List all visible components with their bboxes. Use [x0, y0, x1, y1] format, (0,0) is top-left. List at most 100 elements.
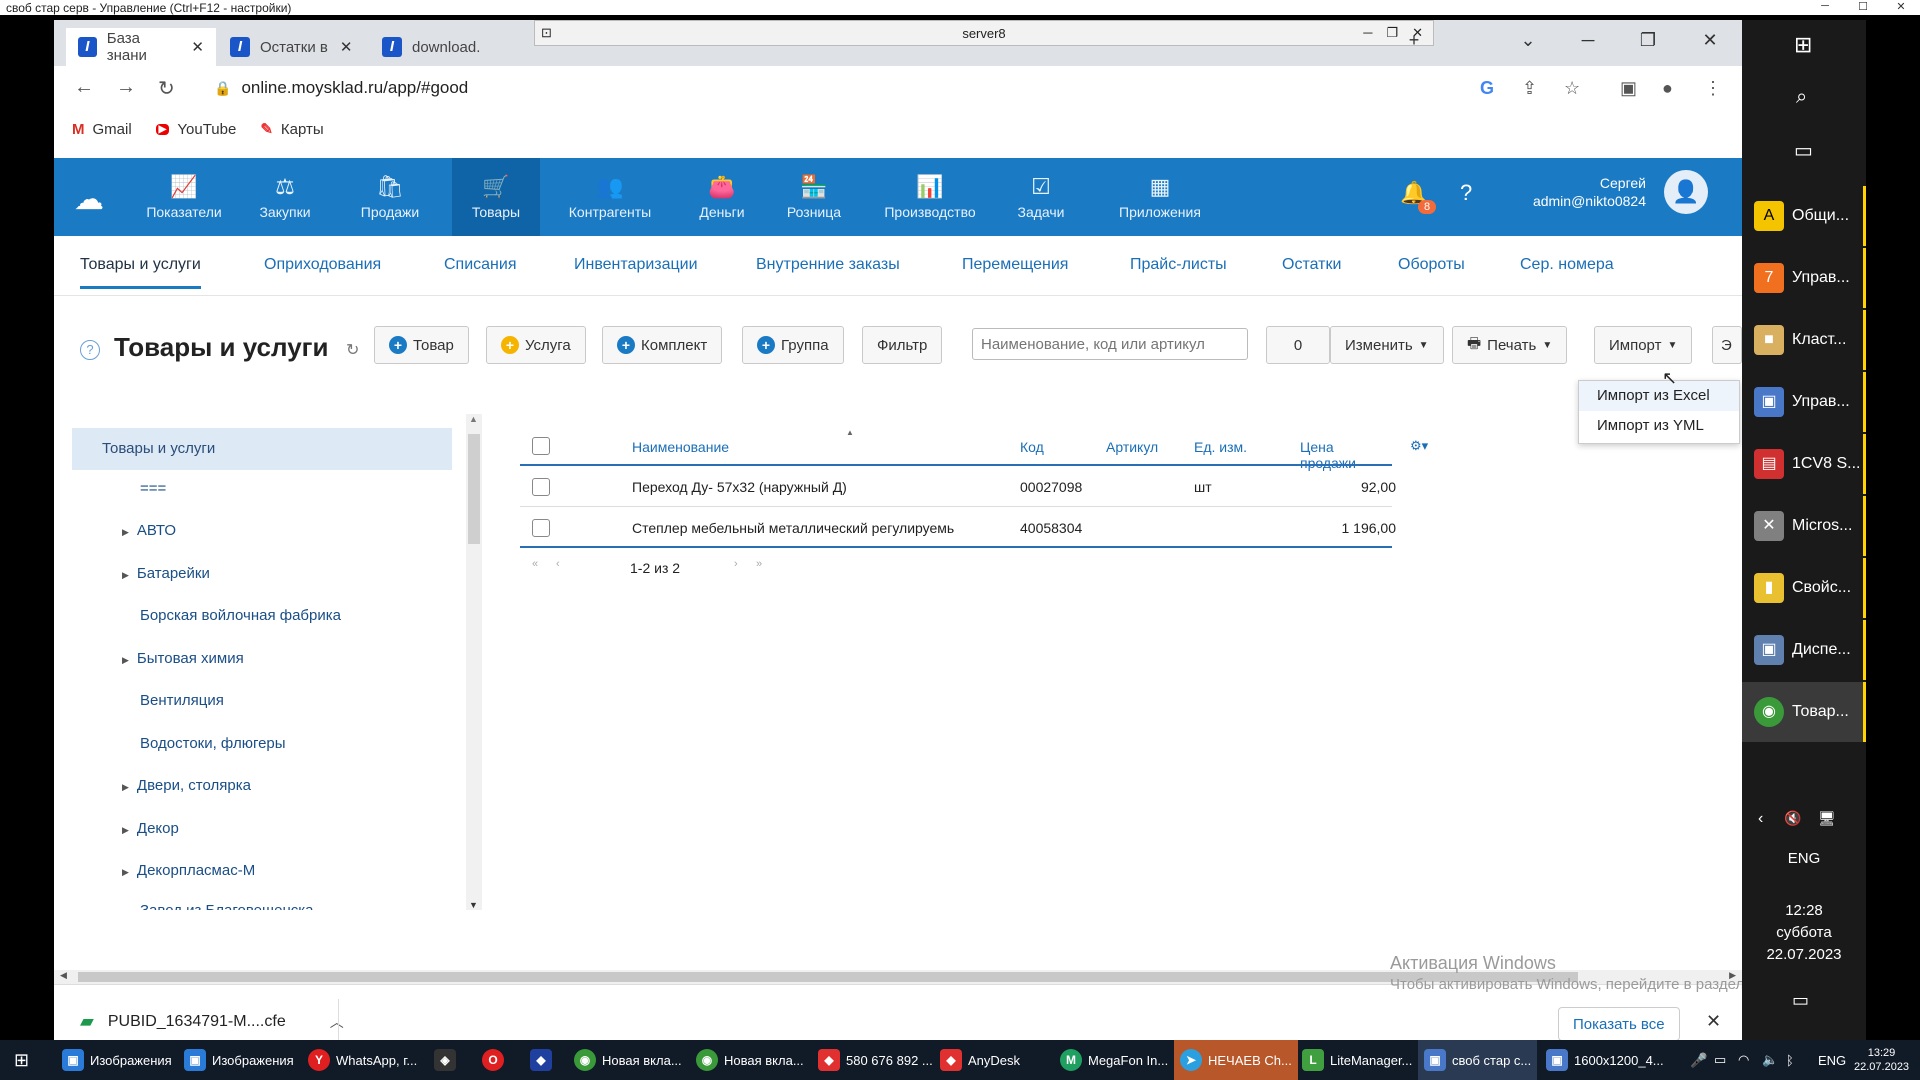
search-icon[interactable]: ⌕ [1796, 86, 1807, 109]
pin-icon[interactable]: ⊡ [541, 25, 552, 41]
reload-icon[interactable]: ↻ [158, 76, 175, 101]
taskbar-item[interactable]: ◆ [524, 1040, 558, 1080]
nav-purchases[interactable]: ⚖ Закупки [240, 158, 330, 236]
caret-right-icon[interactable]: ▶ [122, 655, 129, 665]
nav-production[interactable]: 📊 Производство [874, 158, 986, 236]
forward-icon[interactable]: → [116, 76, 136, 99]
task-view-icon[interactable]: ▭ [1794, 138, 1813, 163]
profile-icon[interactable]: ● [1662, 78, 1673, 99]
subnav-receipts[interactable]: Оприходования [264, 256, 381, 274]
back-icon[interactable]: ← [74, 76, 94, 99]
tree-item[interactable]: Водостоки, флюгеры [140, 735, 286, 752]
taskbar-item[interactable]: O [476, 1040, 510, 1080]
tree-item[interactable]: ▶ Декорпласмас-М [122, 862, 255, 879]
taskbar-item-active[interactable]: ▣ своб стар с... [1418, 1040, 1538, 1080]
taskbar-item[interactable]: ◆ AnyDesk [934, 1040, 1026, 1080]
caret-right-icon[interactable]: ▶ [122, 782, 129, 792]
remote-task-item[interactable]: 7 Управ... [1742, 248, 1866, 308]
bookmark-star-icon[interactable]: ☆ [1564, 78, 1580, 99]
remote-task-item[interactable]: ▤ 1CV8 S... [1742, 434, 1866, 494]
taskbar-item[interactable]: M MegaFon In... [1054, 1040, 1174, 1080]
close-button[interactable]: ✕ [1882, 0, 1920, 13]
close-download-bar-icon[interactable]: ✕ [1706, 1011, 1721, 1032]
volume-muted-icon[interactable]: 🔇 [1784, 810, 1801, 827]
bluetooth-icon[interactable]: ᛒ [1780, 1040, 1800, 1080]
nav-apps[interactable]: ▦ Приложения [1112, 158, 1208, 236]
nav-goods[interactable]: 🛒 Товары [452, 158, 540, 236]
tree-item[interactable]: ▶ Двери, столярка [122, 777, 251, 794]
remote-task-item[interactable]: ■ Класт... [1742, 310, 1866, 370]
caret-right-icon[interactable]: ▶ [122, 527, 129, 537]
taskbar-item[interactable]: Y WhatsApp, г... [302, 1040, 423, 1080]
print-button[interactable]: 🖶 Печать ▼ [1452, 326, 1568, 364]
caret-right-icon[interactable]: ▶ [122, 825, 129, 835]
user-menu[interactable]: Сергей admin@nikto0824 👤 [1533, 170, 1708, 214]
subnav-inventory[interactable]: Инвентаризации [574, 256, 698, 274]
network-icon[interactable]: 🖥 [1818, 810, 1836, 827]
window-minimize-icon[interactable]: ─ [1568, 30, 1608, 51]
windows-logo-icon[interactable]: ⊞ [1794, 32, 1812, 58]
taskbar-item[interactable]: ◉ Новая вкла... [568, 1040, 688, 1080]
column-price[interactable]: Цена продажи [1300, 439, 1390, 471]
nav-retail[interactable]: 🏪 Розница [774, 158, 854, 236]
column-unit[interactable]: Ед. изм. [1194, 439, 1247, 455]
column-article[interactable]: Артикул [1106, 439, 1158, 455]
row-checkbox[interactable] [532, 519, 550, 537]
remote-task-item[interactable]: ▮ Свойс... [1742, 558, 1866, 618]
remote-task-item[interactable]: ▣ Диспе... [1742, 620, 1866, 680]
subnav-goods-services[interactable]: Товары и услуги [80, 256, 201, 289]
add-service-button[interactable]: + Услуга [486, 326, 586, 364]
taskbar-item[interactable]: ▣ Изображения [56, 1040, 178, 1080]
taskbar-item[interactable]: ▣ 1600x1200_4... [1540, 1040, 1670, 1080]
select-all-checkbox[interactable] [532, 437, 550, 455]
caret-right-icon[interactable]: ▶ [122, 867, 129, 877]
cell-name[interactable]: Переход Ду- 57х32 (наружный Д) [632, 479, 847, 495]
language-indicator[interactable]: ENG [1812, 1040, 1852, 1080]
menu-icon[interactable]: ⋮ [1704, 78, 1722, 99]
subnav-price-lists[interactable]: Прайс-листы [1130, 256, 1227, 274]
clock[interactable]: 13:29 22.07.2023 [1848, 1040, 1915, 1080]
browser-tab-2[interactable]: I Остатки в ✕ [218, 28, 368, 66]
nav-indicators[interactable]: 📈 Показатели [134, 158, 234, 236]
bookmark-youtube[interactable]: ▶ YouTube [155, 121, 236, 138]
remote-server-bar[interactable]: ⊡ server8 ─ ❐ ✕ [534, 20, 1434, 46]
remote-task-item[interactable]: A Общи... [1742, 186, 1866, 246]
help-circle-icon[interactable]: ? [80, 340, 100, 360]
tree-item[interactable]: === [140, 480, 166, 497]
column-code[interactable]: Код [1020, 439, 1044, 455]
language-indicator[interactable]: ENG [1742, 850, 1866, 867]
clock[interactable]: 12:28 суббота 22.07.2023 [1742, 900, 1866, 966]
taskbar-item[interactable]: ◉ Новая вкла... [690, 1040, 810, 1080]
moysklad-logo-icon[interactable]: ☁ [74, 182, 114, 216]
import-button[interactable]: Импорт ▼ [1594, 326, 1693, 364]
add-group-button[interactable]: + Группа [742, 326, 844, 364]
tree-scrollbar[interactable]: ▲ ▼ [466, 414, 482, 910]
column-settings-icon[interactable]: ⚙▾ [1410, 438, 1428, 454]
taskbar-item[interactable]: ▣ Изображения [178, 1040, 300, 1080]
last-page-icon[interactable]: » [756, 558, 762, 570]
refresh-icon[interactable]: ↻ [346, 340, 359, 360]
nav-money[interactable]: 👛 Деньги [682, 158, 762, 236]
help-icon[interactable]: ? [1460, 180, 1472, 206]
search-input[interactable] [972, 328, 1248, 360]
column-name[interactable]: Наименование [632, 439, 729, 455]
google-icon[interactable]: G [1480, 78, 1494, 99]
wifi-icon[interactable]: ◠ [1732, 1040, 1755, 1080]
export-button[interactable]: Э [1712, 326, 1742, 364]
first-page-icon[interactable]: « [532, 558, 538, 570]
start-icon[interactable]: ⊞ [8, 1040, 35, 1080]
chevron-up-icon[interactable]: ︿ [330, 1012, 344, 1032]
tab-search-icon[interactable]: ⌄ [1508, 30, 1548, 51]
cell-name[interactable]: Степлер мебельный металлический регулиру… [632, 520, 954, 536]
scroll-up-icon[interactable]: ▲ [469, 414, 478, 424]
subnav-serial-numbers[interactable]: Сер. номера [1520, 256, 1614, 274]
next-page-icon[interactable]: › [734, 558, 738, 570]
tree-item[interactable]: Завод из Благовещенска [140, 902, 314, 910]
notification-center-icon[interactable]: ▭ [1792, 990, 1809, 1011]
scroll-thumb[interactable] [468, 434, 480, 544]
filter-button[interactable]: Фильтр [862, 326, 943, 364]
side-panel-icon[interactable]: ▣ [1620, 78, 1637, 99]
nav-sales[interactable]: 🛍 Продажи [340, 158, 440, 236]
share-icon[interactable]: ⇪ [1522, 78, 1537, 99]
bookmark-maps[interactable]: ✎ Карты [260, 120, 323, 139]
